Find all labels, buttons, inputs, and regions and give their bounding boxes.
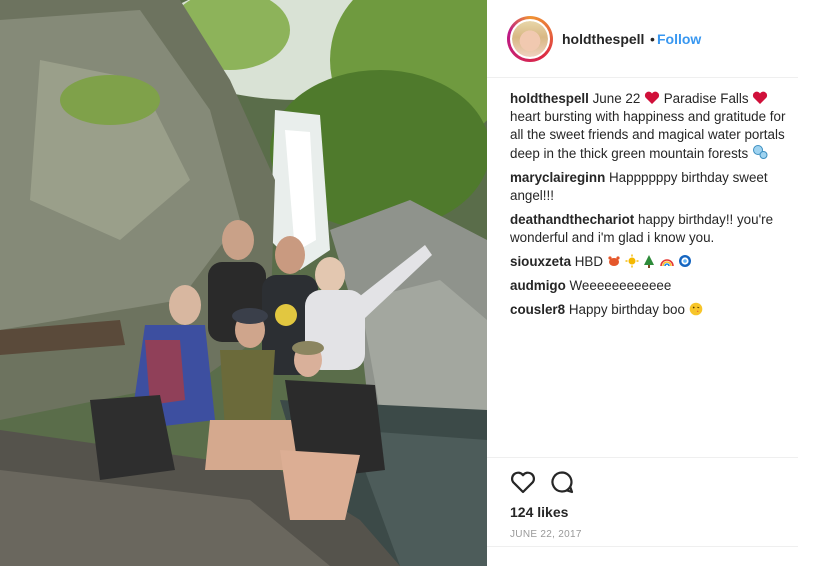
post-actions: 124 likes JUNE 22, 2017 <box>487 457 798 566</box>
comment-row: cousler8 Happy birthday boo <box>510 301 786 319</box>
nazar-emoji-icon <box>678 255 691 267</box>
comment-row: maryclaireginn Happppppy birthday sweet … <box>510 169 786 205</box>
caption-username[interactable]: holdthespell <box>510 91 589 106</box>
comments-list: holdthespell June 22 Paradise Falls hear… <box>510 90 786 325</box>
rainbow-emoji-icon <box>660 259 674 267</box>
comment-username[interactable]: siouxzeta <box>510 254 571 269</box>
comment-text: Weeeeeeeeeeee <box>569 278 672 293</box>
caption-text-a: June 22 <box>592 91 641 106</box>
heart-emoji-icon <box>644 91 660 104</box>
comment-icon[interactable] <box>548 468 576 496</box>
bubbles-emoji-icon <box>752 145 768 159</box>
kiss-emoji-icon <box>689 302 703 316</box>
heart-icon[interactable] <box>509 468 537 496</box>
header-username[interactable]: holdthespell <box>562 31 644 47</box>
comment-row: siouxzeta HBD <box>510 253 786 271</box>
comment-row: audmigo Weeeeeeeeeeee <box>510 277 786 295</box>
post-sidebar: holdthespell • Follow holdthespell June … <box>487 0 823 566</box>
page-margin <box>803 0 823 566</box>
comment-text: Happy birthday boo <box>568 302 685 317</box>
caption-text-c: heart bursting with happiness and gratit… <box>510 109 786 161</box>
comment-text: HBD <box>574 254 604 269</box>
comment-box-divider <box>487 546 798 547</box>
post-header: holdthespell • Follow <box>487 0 798 78</box>
comment-username[interactable]: maryclaireginn <box>510 170 605 185</box>
header-separator: • <box>650 31 655 47</box>
sun-emoji-icon <box>625 254 639 268</box>
comment-username[interactable]: deathandthechariot <box>510 212 634 227</box>
heart-emoji-icon <box>753 91 768 104</box>
likes-count[interactable]: 124 likes <box>510 504 568 520</box>
avatar-face <box>512 21 548 57</box>
crab-emoji-icon <box>608 256 620 266</box>
post-photo[interactable] <box>0 0 487 566</box>
avatar-image <box>510 19 550 59</box>
comment-username[interactable]: cousler8 <box>510 302 565 317</box>
avatar[interactable] <box>507 16 553 62</box>
comment-row: deathandthechariot happy birthday!! you'… <box>510 211 786 247</box>
caption-text-b: Paradise Falls <box>663 91 749 106</box>
comment-username[interactable]: audmigo <box>510 278 566 293</box>
follow-button[interactable]: Follow <box>657 31 701 47</box>
caption: holdthespell June 22 Paradise Falls hear… <box>510 90 786 163</box>
tree-emoji-icon <box>644 255 655 268</box>
post-date[interactable]: JUNE 22, 2017 <box>510 529 582 540</box>
waterfall-group-photo <box>0 0 487 566</box>
